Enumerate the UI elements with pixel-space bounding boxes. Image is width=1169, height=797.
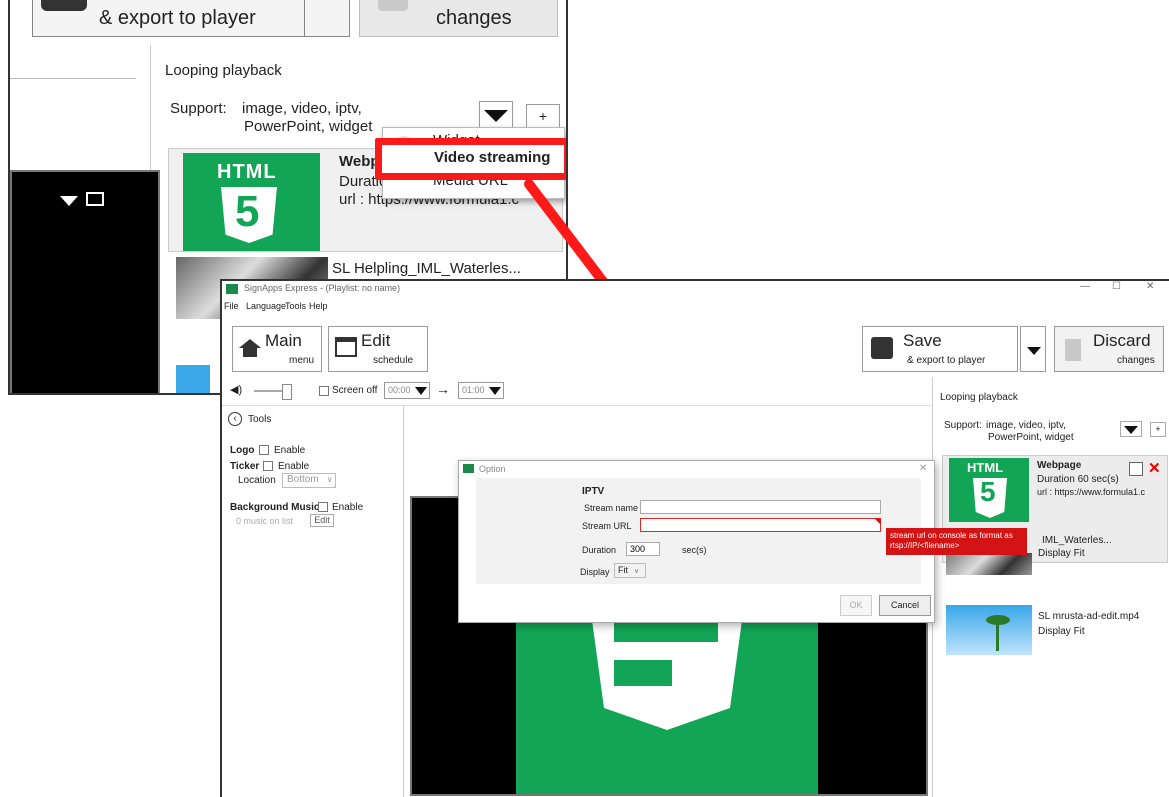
volume-handle[interactable] — [282, 384, 292, 400]
bg-music-checkbox[interactable] — [318, 502, 328, 512]
stream-name-input[interactable] — [640, 500, 881, 514]
add-type-dropdown[interactable] — [1120, 421, 1142, 437]
menu-language[interactable]: Language — [246, 301, 286, 311]
ok-button[interactable]: OK — [840, 595, 872, 616]
music-count: 0 music on list — [236, 516, 294, 526]
music-edit-button[interactable]: Edit — [310, 514, 334, 527]
item-edit-icon[interactable] — [1129, 462, 1143, 476]
support-line2: PowerPoint, widget — [988, 432, 1074, 443]
item-delete-icon[interactable]: ✕ — [1148, 459, 1161, 477]
section-title: IPTV — [582, 486, 605, 497]
item-title: IML_Waterles... — [1042, 535, 1112, 546]
looping-label: Looping playback — [940, 392, 1018, 403]
stream-name-label: Stream name — [584, 503, 639, 513]
chevron-down-icon: ∨ — [326, 475, 333, 484]
arrow-right-icon: → — [436, 381, 450, 397]
app-logo-icon — [463, 464, 474, 473]
back-icon[interactable]: ‹ — [228, 412, 242, 426]
discard-button[interactable]: Discard changes — [1054, 326, 1164, 372]
home-icon — [239, 339, 261, 357]
html5-thumbnail: HTML 5 — [949, 458, 1029, 522]
item-title: Webpage — [1037, 460, 1082, 471]
video-thumbnail — [946, 553, 1032, 575]
option-dialog: Option ✕ IPTV Stream name Stream URL Dur… — [458, 460, 935, 623]
logo-checkbox[interactable] — [259, 445, 269, 455]
duration-input[interactable] — [626, 542, 660, 556]
video-thumbnail — [946, 605, 1032, 655]
calendar-icon — [335, 337, 357, 357]
bg-music-label: Background Music — [230, 502, 320, 513]
edit-schedule-button[interactable]: Edit schedule — [328, 326, 428, 372]
dialog-body: IPTV Stream name Stream URL Duration sec… — [476, 478, 921, 584]
duration-label: Duration — [582, 545, 617, 555]
item-title: SL mrusta-ad-edit.mp4 — [1038, 611, 1140, 622]
cancel-button[interactable]: Cancel — [879, 595, 931, 616]
dialog-close-button[interactable]: ✕ — [919, 463, 927, 474]
error-tooltip: stream url on console as format as rtsp:… — [886, 528, 1027, 555]
save-button[interactable]: Save & export to player — [862, 326, 1018, 372]
chevron-down-icon: ∨ — [634, 568, 640, 575]
screen-off-label: Screen off — [332, 385, 378, 396]
stream-url-input[interactable] — [640, 518, 881, 532]
app-window: SignApps Express - (Playlist: no name) —… — [220, 279, 1169, 797]
screen-off-checkbox[interactable] — [319, 386, 329, 396]
time-to-select[interactable]: 01:00 — [458, 382, 504, 399]
stream-url-label: Stream URL — [582, 521, 632, 531]
ticker-label: Ticker — [230, 461, 260, 472]
palm-tree-icon — [996, 621, 999, 651]
save-options-dropdown[interactable] — [1020, 326, 1046, 372]
chevron-down-icon — [1027, 347, 1041, 355]
support-line1: image, video, iptv, — [986, 420, 1066, 431]
display-select[interactable]: Fit ∨ — [614, 563, 646, 578]
menu-help[interactable]: Help — [309, 301, 328, 311]
preview-html5-graphic — [516, 620, 818, 794]
error-marker — [874, 518, 881, 525]
support-prefix: Support: — [944, 420, 982, 431]
window-title: SignApps Express - (Playlist: no name) — [244, 283, 401, 293]
chevron-down-icon — [415, 387, 427, 395]
maximize-button[interactable]: ☐ — [1112, 281, 1121, 292]
trash-icon — [1065, 339, 1081, 361]
location-select[interactable]: Bottom ∨ — [282, 473, 336, 488]
divider — [222, 405, 932, 406]
item-display: Display Fit — [1038, 548, 1085, 559]
chevron-down-icon — [489, 387, 501, 395]
minimize-button[interactable]: — — [1080, 281, 1090, 292]
chevron-down-icon — [1124, 426, 1138, 434]
menu-tools[interactable]: Tools — [285, 301, 306, 311]
ticker-checkbox[interactable] — [263, 461, 273, 471]
item-display: Display Fit — [1038, 626, 1085, 637]
close-button[interactable]: ✕ — [1146, 281, 1154, 292]
volume-icon[interactable]: ◀) — [230, 383, 242, 396]
duration-unit: sec(s) — [682, 545, 707, 555]
save-icon — [871, 337, 893, 359]
panel-divider — [403, 405, 404, 797]
item-url: url : https://www.formula1.c — [1037, 487, 1146, 497]
add-button[interactable]: + — [1150, 422, 1166, 437]
item-duration: Duration 60 sec(s) — [1037, 474, 1119, 485]
app-logo-icon — [226, 284, 238, 294]
menu-file[interactable]: File — [224, 301, 239, 311]
location-label: Location — [238, 475, 276, 486]
display-label: Display — [580, 567, 610, 577]
tools-label: Tools — [248, 414, 272, 425]
main-menu-button[interactable]: Main menu — [232, 326, 322, 372]
logo-label: Logo — [230, 445, 255, 456]
time-from-select[interactable]: 00:00 — [384, 382, 430, 399]
dialog-title: Option — [479, 464, 506, 474]
